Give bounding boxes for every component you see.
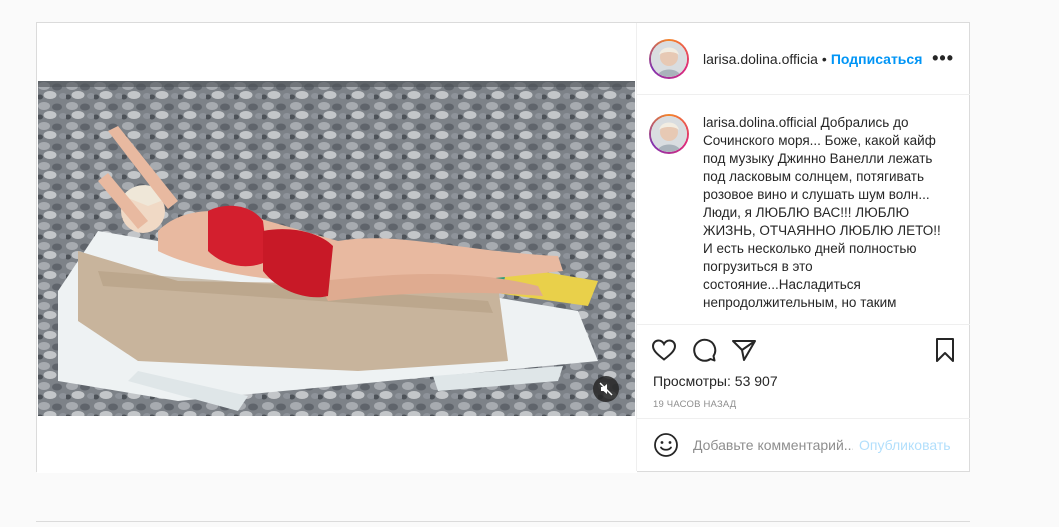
post-media [37, 23, 637, 473]
caption-avatar[interactable] [649, 114, 689, 154]
separator-dot: • [821, 50, 827, 67]
post-timestamp[interactable]: 19 ЧАСОВ НАЗАД [637, 389, 970, 410]
heart-icon [651, 339, 677, 361]
post-header: larisa.dolina.officia • Подписаться ••• [637, 23, 970, 95]
avatar[interactable] [649, 38, 689, 79]
divider [36, 521, 970, 522]
comment-button[interactable] [691, 338, 717, 362]
mute-button[interactable] [593, 376, 619, 402]
post-sidebar: larisa.dolina.officia • Подписаться ••• [636, 23, 970, 471]
views-count[interactable]: Просмотры: 53 907 [637, 365, 970, 389]
post-card: larisa.dolina.officia • Подписаться ••• [36, 22, 970, 473]
like-button[interactable] [651, 338, 677, 362]
comment-input[interactable] [693, 437, 853, 453]
caption-body: Добрались до Сочинского моря... Боже, ка… [703, 115, 945, 310]
beach-photo [38, 81, 635, 416]
smiley-icon [654, 433, 678, 457]
follow-button[interactable]: Подписаться [831, 51, 923, 67]
avatar-image [651, 40, 687, 77]
comment-bar: Опубликовать [637, 418, 970, 471]
caption-text: larisa.dolina.official Добрались до Сочи… [703, 114, 953, 312]
caption-section: larisa.dolina.official Добрались до Сочи… [637, 96, 970, 324]
avatar-image [651, 116, 687, 152]
bookmark-icon [936, 338, 954, 362]
post-video[interactable] [38, 81, 635, 416]
paper-plane-icon [732, 340, 756, 361]
emoji-button[interactable] [653, 432, 679, 458]
save-button[interactable] [934, 337, 956, 363]
ellipsis-icon[interactable]: ••• [932, 48, 954, 69]
share-button[interactable] [731, 338, 757, 362]
post-actions: Просмотры: 53 907 19 ЧАСОВ НАЗАД [637, 324, 970, 410]
publish-button[interactable]: Опубликовать [859, 437, 951, 453]
caption-username[interactable]: larisa.dolina.official [703, 115, 817, 130]
username-link[interactable]: larisa.dolina.officia [703, 51, 818, 67]
comment-icon [693, 338, 717, 362]
speaker-muted-icon [599, 382, 613, 396]
